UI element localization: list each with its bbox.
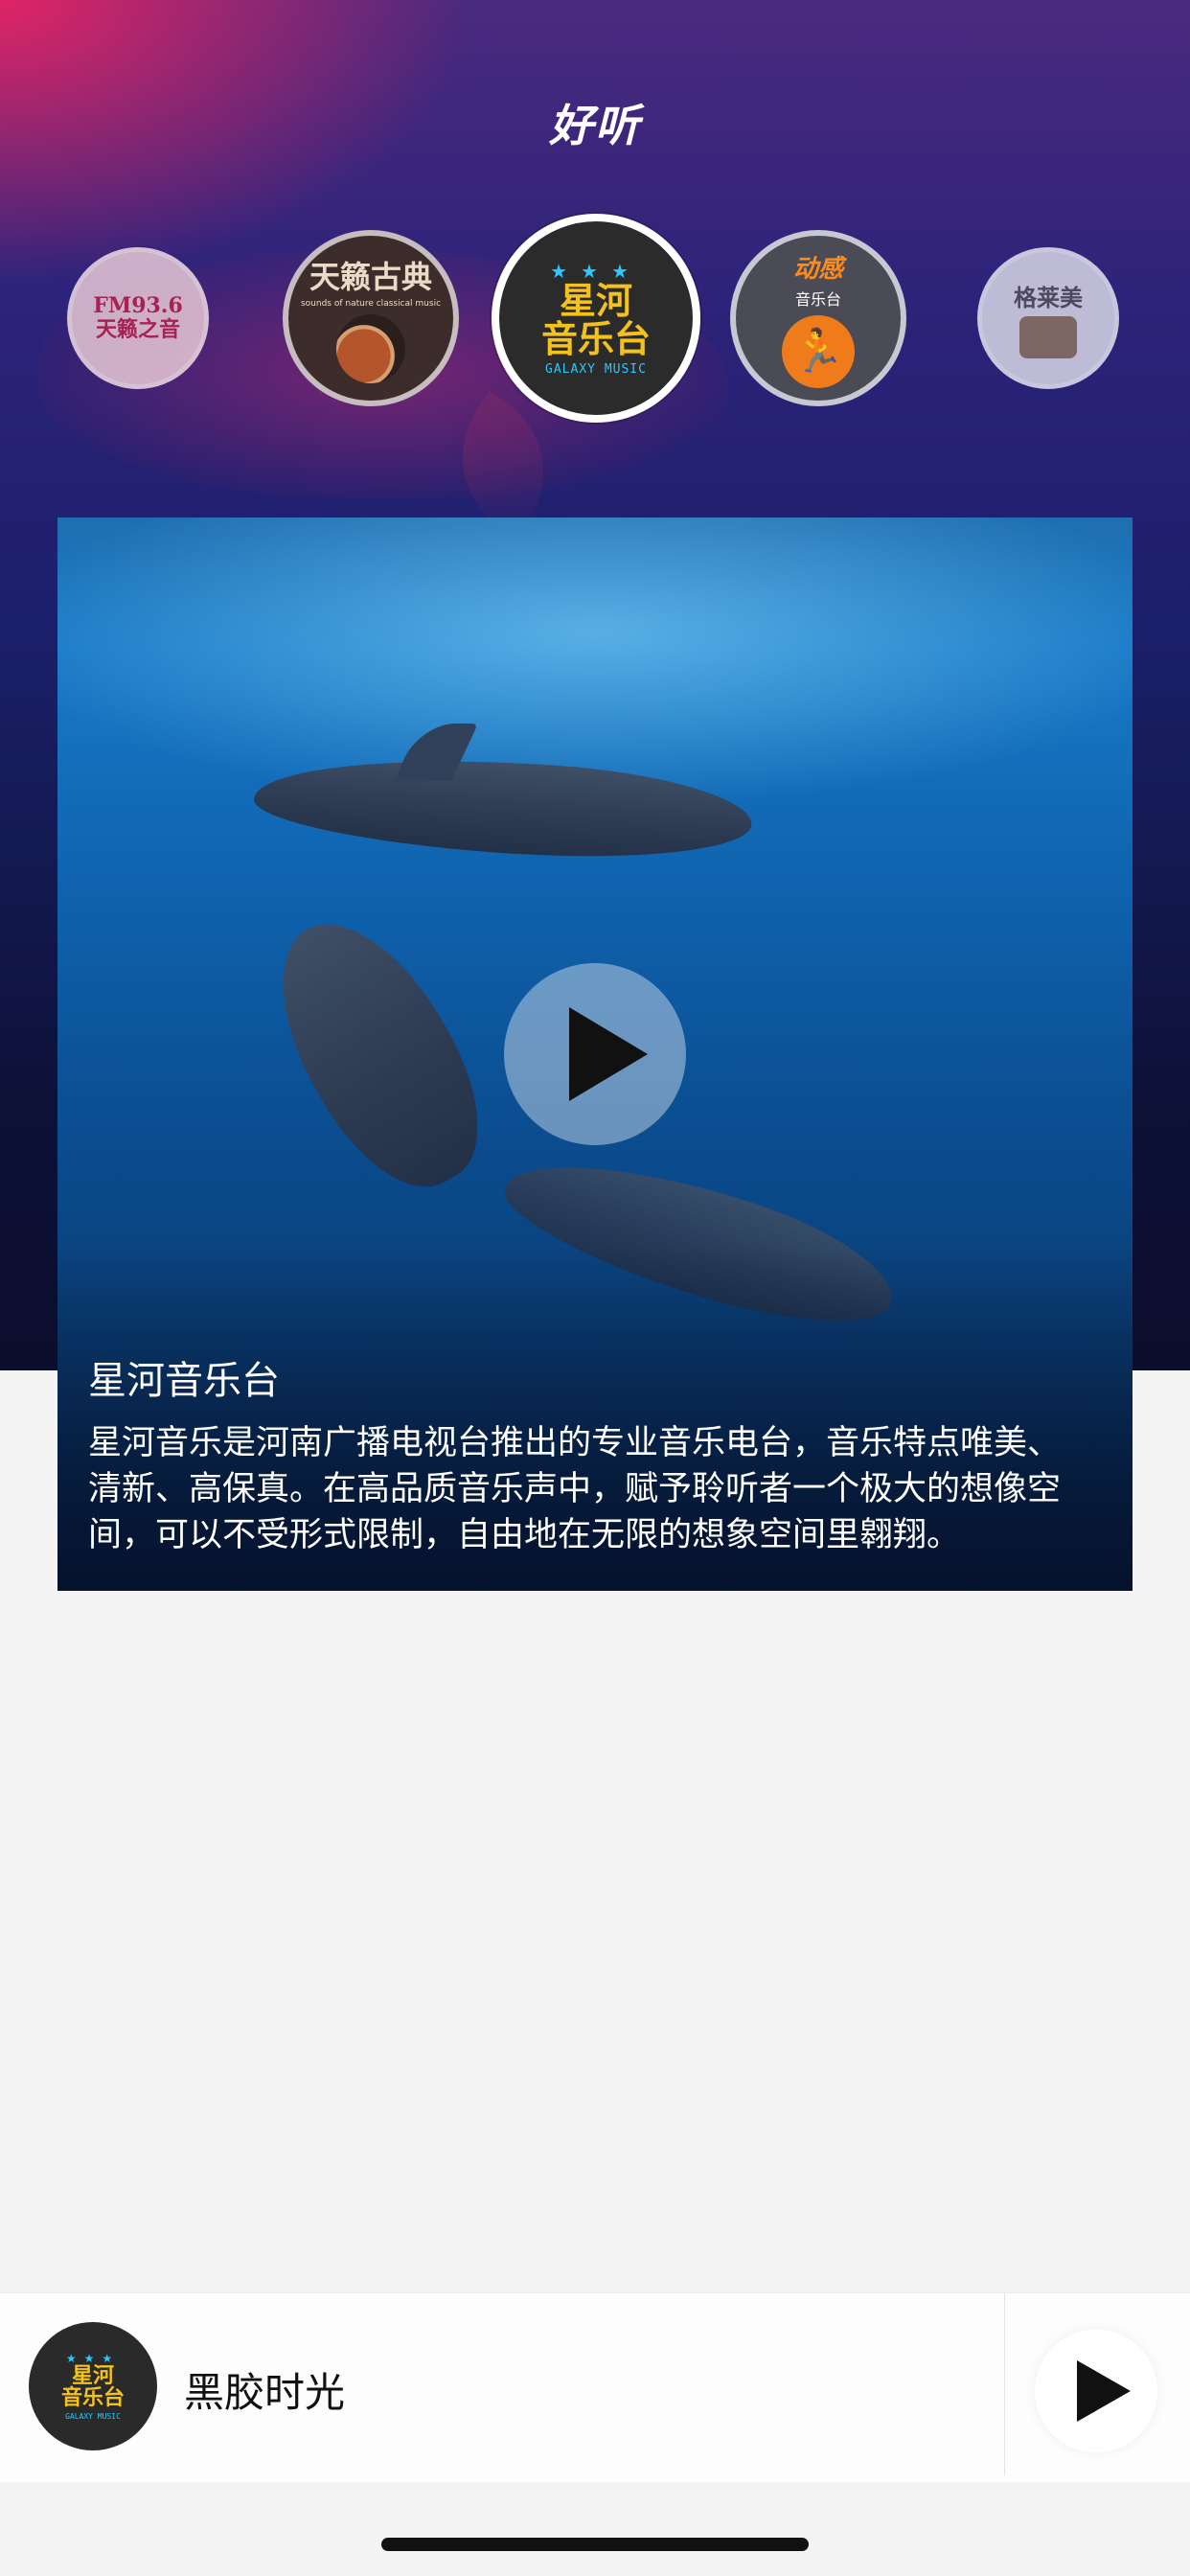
- feature-description: 星河音乐是河南广播电视台推出的专业音乐电台，音乐特点唯美、清新、高保真。在高品质…: [88, 1424, 1062, 1554]
- dolphin-image: [492, 1128, 907, 1354]
- station-grammy-name: 格莱美: [1014, 284, 1083, 311]
- app-logo: 好听: [549, 100, 641, 151]
- station-galaxy-subtitle: GALAXY MUSIC: [545, 362, 647, 378]
- stars-icon: ★★★: [65, 2351, 121, 2365]
- artwork-line2: 音乐台: [60, 2386, 125, 2410]
- artwork-subtitle: GALAXY MUSIC: [65, 2412, 121, 2422]
- stars-icon: ★★★: [550, 259, 642, 283]
- mini-player[interactable]: ★★★ 星河 音乐台 GALAXY MUSIC 黑胶时光: [0, 2292, 1190, 2482]
- station-fm936[interactable]: FM93.6 天籁之音: [67, 247, 209, 389]
- dolphin-image: [244, 893, 513, 1215]
- now-playing-title: 黑胶时光: [184, 2369, 346, 2416]
- violin-icon: [336, 314, 405, 383]
- station-fm936-name: FM93.6: [93, 292, 183, 318]
- dolphin-image: [251, 744, 755, 871]
- now-playing-artwork: ★★★ 星河 音乐台 GALAXY MUSIC: [29, 2322, 157, 2450]
- station-galaxy-name2: 音乐台: [540, 317, 651, 360]
- station-tianlai-name: 天籁古典: [309, 259, 432, 295]
- station-tianlai-classic[interactable]: 天籁古典 sounds of nature classical music: [283, 230, 459, 406]
- station-galaxy-name: 星河: [559, 279, 632, 322]
- feature-play-button[interactable]: [504, 963, 686, 1145]
- station-dynamic-subtitle: 音乐台: [794, 289, 841, 309]
- play-icon: [1077, 2360, 1131, 2422]
- station-dynamic-name: 动感: [792, 254, 843, 284]
- gramophone-icon: [1019, 315, 1077, 358]
- station-tianlai-subtitle: sounds of nature classical music: [300, 299, 442, 309]
- player-divider: [1004, 2293, 1005, 2475]
- runner-icon: 🏃: [782, 314, 855, 388]
- home-indicator[interactable]: [381, 2538, 809, 2551]
- station-grammy[interactable]: 格莱美: [977, 247, 1119, 389]
- station-galaxy-selected[interactable]: ★★★ 星河 音乐台 GALAXY MUSIC: [492, 214, 700, 423]
- play-icon: [569, 1007, 648, 1101]
- feature-title: 星河音乐台: [88, 1359, 280, 1403]
- station-fm936-subtitle: 天籁之音: [95, 317, 180, 342]
- artwork-line1: 星河: [71, 2363, 114, 2388]
- station-dynamic[interactable]: 动感 音乐台 🏃: [730, 230, 906, 406]
- mini-player-play-button[interactable]: [1035, 2330, 1157, 2452]
